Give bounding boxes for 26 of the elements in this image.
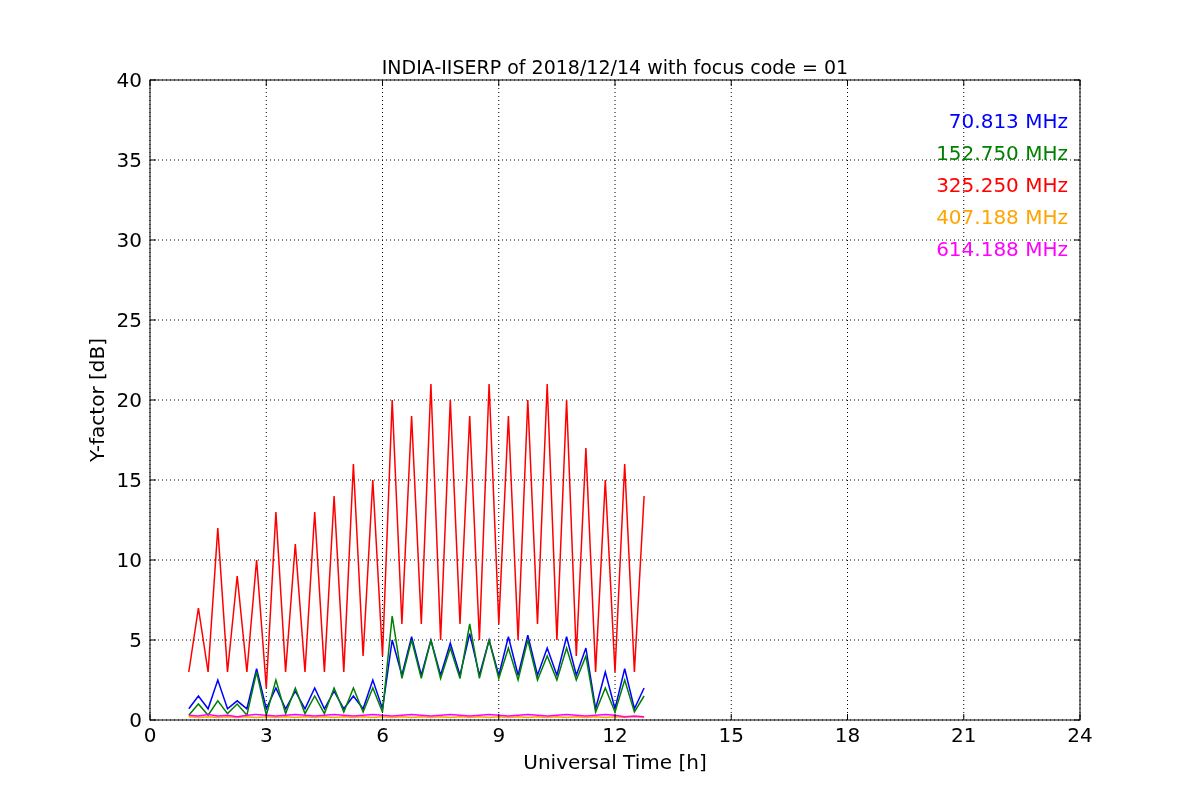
x-tick-label: 21 (951, 723, 977, 747)
y-tick-label: 40 (116, 68, 142, 92)
legend-label: 614.188 MHz (936, 237, 1068, 261)
y-tick-label: 35 (116, 148, 142, 172)
x-tick-label: 24 (1067, 723, 1093, 747)
x-tick-label: 0 (143, 723, 157, 747)
x-axis-label: Universal Time [h] (523, 750, 707, 774)
x-tick-label: 18 (834, 723, 861, 747)
y-axis-label: Y-factor [dB] (85, 338, 109, 462)
x-tick-label: 9 (492, 723, 506, 747)
y-tick-label: 15 (116, 468, 142, 492)
legend-label: 70.813 MHz (948, 109, 1068, 133)
chart-title: INDIA-IISERP of 2018/12/14 with focus code = 01 (381, 56, 849, 78)
y-tick-label: 20 (116, 388, 142, 412)
x-tick-label: 15 (718, 723, 744, 747)
y-tick-label: 0 (129, 708, 142, 732)
x-tick-label: 6 (376, 723, 389, 747)
legend-label: 325.250 MHz (936, 173, 1068, 197)
y-tick-label: 10 (116, 548, 142, 572)
y-tick-label: 25 (116, 308, 142, 332)
y-tick-label: 30 (116, 228, 142, 252)
legend-label: 152.750 MHz (936, 141, 1068, 165)
x-tick-label: 3 (259, 723, 273, 747)
y-tick-label: 5 (129, 628, 142, 652)
x-tick-label: 12 (602, 723, 628, 747)
legend-label: 407.188 MHz (936, 205, 1068, 229)
